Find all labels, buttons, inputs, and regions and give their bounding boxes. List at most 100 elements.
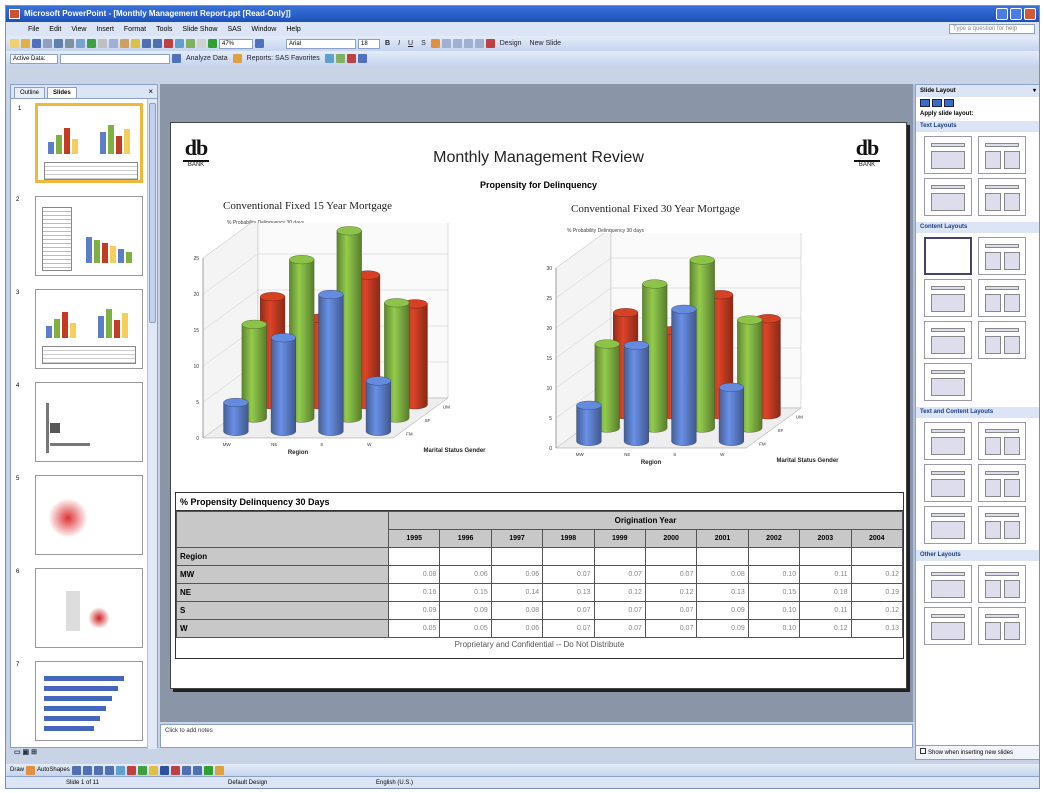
cut-icon[interactable] — [98, 39, 107, 48]
email-icon[interactable] — [54, 39, 63, 48]
redo-icon[interactable] — [153, 39, 162, 48]
restore-button[interactable] — [1010, 8, 1022, 20]
layout-option[interactable] — [978, 422, 1026, 460]
font-combo[interactable]: Arial — [286, 38, 356, 49]
layout-option[interactable] — [924, 607, 972, 645]
minimize-button[interactable] — [996, 8, 1008, 20]
numbering-icon[interactable] — [463, 39, 473, 48]
select-objects-icon[interactable] — [26, 765, 36, 775]
analyze-data-button[interactable]: Analyze Data — [183, 55, 231, 62]
font-color-icon[interactable] — [170, 765, 180, 775]
italic-button[interactable]: I — [395, 40, 403, 47]
help-icon[interactable] — [255, 39, 264, 48]
bullets-icon[interactable] — [474, 39, 484, 48]
menu-help[interactable]: Help — [286, 26, 300, 33]
layout-option[interactable] — [924, 136, 972, 174]
menu-window[interactable]: Window — [251, 26, 276, 33]
slide-thumbnail[interactable]: 6 — [16, 568, 143, 648]
line-icon[interactable] — [71, 765, 81, 775]
sas-tool-icon[interactable] — [335, 54, 345, 63]
close-button[interactable] — [1024, 8, 1036, 20]
view-buttons[interactable]: ▭ ▣ ⊞ — [14, 748, 37, 756]
line-style-icon[interactable] — [181, 765, 191, 775]
new-icon[interactable] — [10, 39, 19, 48]
menu-insert[interactable]: Insert — [96, 26, 114, 33]
line-color-icon[interactable] — [159, 765, 169, 775]
menu-slide-show[interactable]: Slide Show — [182, 26, 217, 33]
menu-tools[interactable]: Tools — [156, 26, 172, 33]
shadow-button[interactable]: S — [418, 40, 429, 47]
autoshapes-menu[interactable]: AutoShapes — [37, 767, 70, 773]
layout-option[interactable] — [924, 363, 972, 401]
font-color-icon[interactable] — [485, 39, 495, 48]
paste-icon[interactable] — [120, 39, 129, 48]
active-data-combo[interactable] — [60, 53, 170, 64]
slide-thumbnail[interactable]: 4 — [16, 382, 143, 462]
back-icon[interactable] — [920, 99, 930, 107]
draw-menu[interactable]: Draw — [10, 767, 24, 773]
rectangle-icon[interactable] — [93, 765, 103, 775]
slide-thumbnail[interactable]: 1 — [18, 103, 143, 183]
expand-all-icon[interactable] — [197, 39, 206, 48]
clipart-icon[interactable] — [137, 765, 147, 775]
menu-sas[interactable]: SAS — [227, 26, 241, 33]
oval-icon[interactable] — [104, 765, 114, 775]
insert-chart-icon[interactable] — [164, 39, 173, 48]
3d-style-icon[interactable] — [214, 765, 224, 775]
layout-option[interactable] — [978, 506, 1026, 544]
show-when-inserting-checkbox[interactable]: Show when inserting new slides — [916, 745, 1039, 759]
sas-tool-icon[interactable] — [324, 54, 334, 63]
reports-button[interactable]: Reports: SAS Favorites — [244, 55, 323, 62]
slide-thumbnail[interactable]: 2 — [16, 196, 143, 276]
analyze-icon[interactable] — [172, 54, 181, 63]
layout-option[interactable] — [978, 279, 1026, 317]
align-left-icon[interactable] — [430, 39, 440, 48]
layout-option[interactable] — [924, 178, 972, 216]
menu-view[interactable]: View — [71, 26, 86, 33]
layout-option[interactable] — [924, 506, 972, 544]
layout-option[interactable] — [978, 607, 1026, 645]
menu-file[interactable]: File — [28, 26, 39, 33]
tab-slides[interactable]: Slides — [47, 87, 77, 98]
fill-color-icon[interactable] — [148, 765, 158, 775]
chevron-down-icon[interactable]: ▾ — [1033, 85, 1036, 97]
notes-pane[interactable]: Click to add notes — [160, 724, 913, 748]
layout-option[interactable] — [978, 178, 1026, 216]
align-right-icon[interactable] — [452, 39, 462, 48]
open-icon[interactable] — [21, 39, 30, 48]
format-painter-icon[interactable] — [131, 39, 140, 48]
underline-button[interactable]: U — [405, 40, 416, 47]
undo-icon[interactable] — [142, 39, 151, 48]
help-search-input[interactable]: Type a question for help — [949, 24, 1035, 34]
textbox-icon[interactable] — [115, 765, 125, 775]
slide-thumbnail[interactable]: 3 — [16, 289, 143, 369]
layout-option[interactable] — [924, 237, 972, 275]
layout-option[interactable] — [978, 237, 1026, 275]
scrollbar-thumb[interactable] — [149, 103, 156, 323]
zoom-combo[interactable]: 47% — [219, 38, 253, 49]
layout-option[interactable] — [978, 321, 1026, 359]
copy-icon[interactable] — [109, 39, 118, 48]
layout-option[interactable] — [978, 464, 1026, 502]
layout-option[interactable] — [924, 279, 972, 317]
close-icon[interactable]: × — [148, 87, 153, 96]
wordart-icon[interactable] — [126, 765, 136, 775]
arrow-icon[interactable] — [82, 765, 92, 775]
show-formatting-icon[interactable] — [208, 39, 217, 48]
layout-option[interactable] — [978, 565, 1026, 603]
sas-tool-icon[interactable] — [346, 54, 356, 63]
shadow-style-icon[interactable] — [203, 765, 213, 775]
insert-table-icon[interactable] — [175, 39, 184, 48]
tab-outline[interactable]: Outline — [14, 87, 46, 98]
dash-style-icon[interactable] — [192, 765, 202, 775]
layout-option[interactable] — [924, 464, 972, 502]
tables-borders-icon[interactable] — [186, 39, 195, 48]
permission-icon[interactable] — [43, 39, 52, 48]
print-icon[interactable] — [65, 39, 74, 48]
design-button[interactable]: Design — [497, 40, 525, 47]
slide-canvas[interactable]: db BANK db BANK Monthly Management Revie… — [170, 122, 907, 689]
sas-tool-icon[interactable] — [357, 54, 367, 63]
menu-edit[interactable]: Edit — [49, 26, 61, 33]
spelling-icon[interactable] — [87, 39, 96, 48]
home-icon[interactable] — [944, 99, 954, 107]
